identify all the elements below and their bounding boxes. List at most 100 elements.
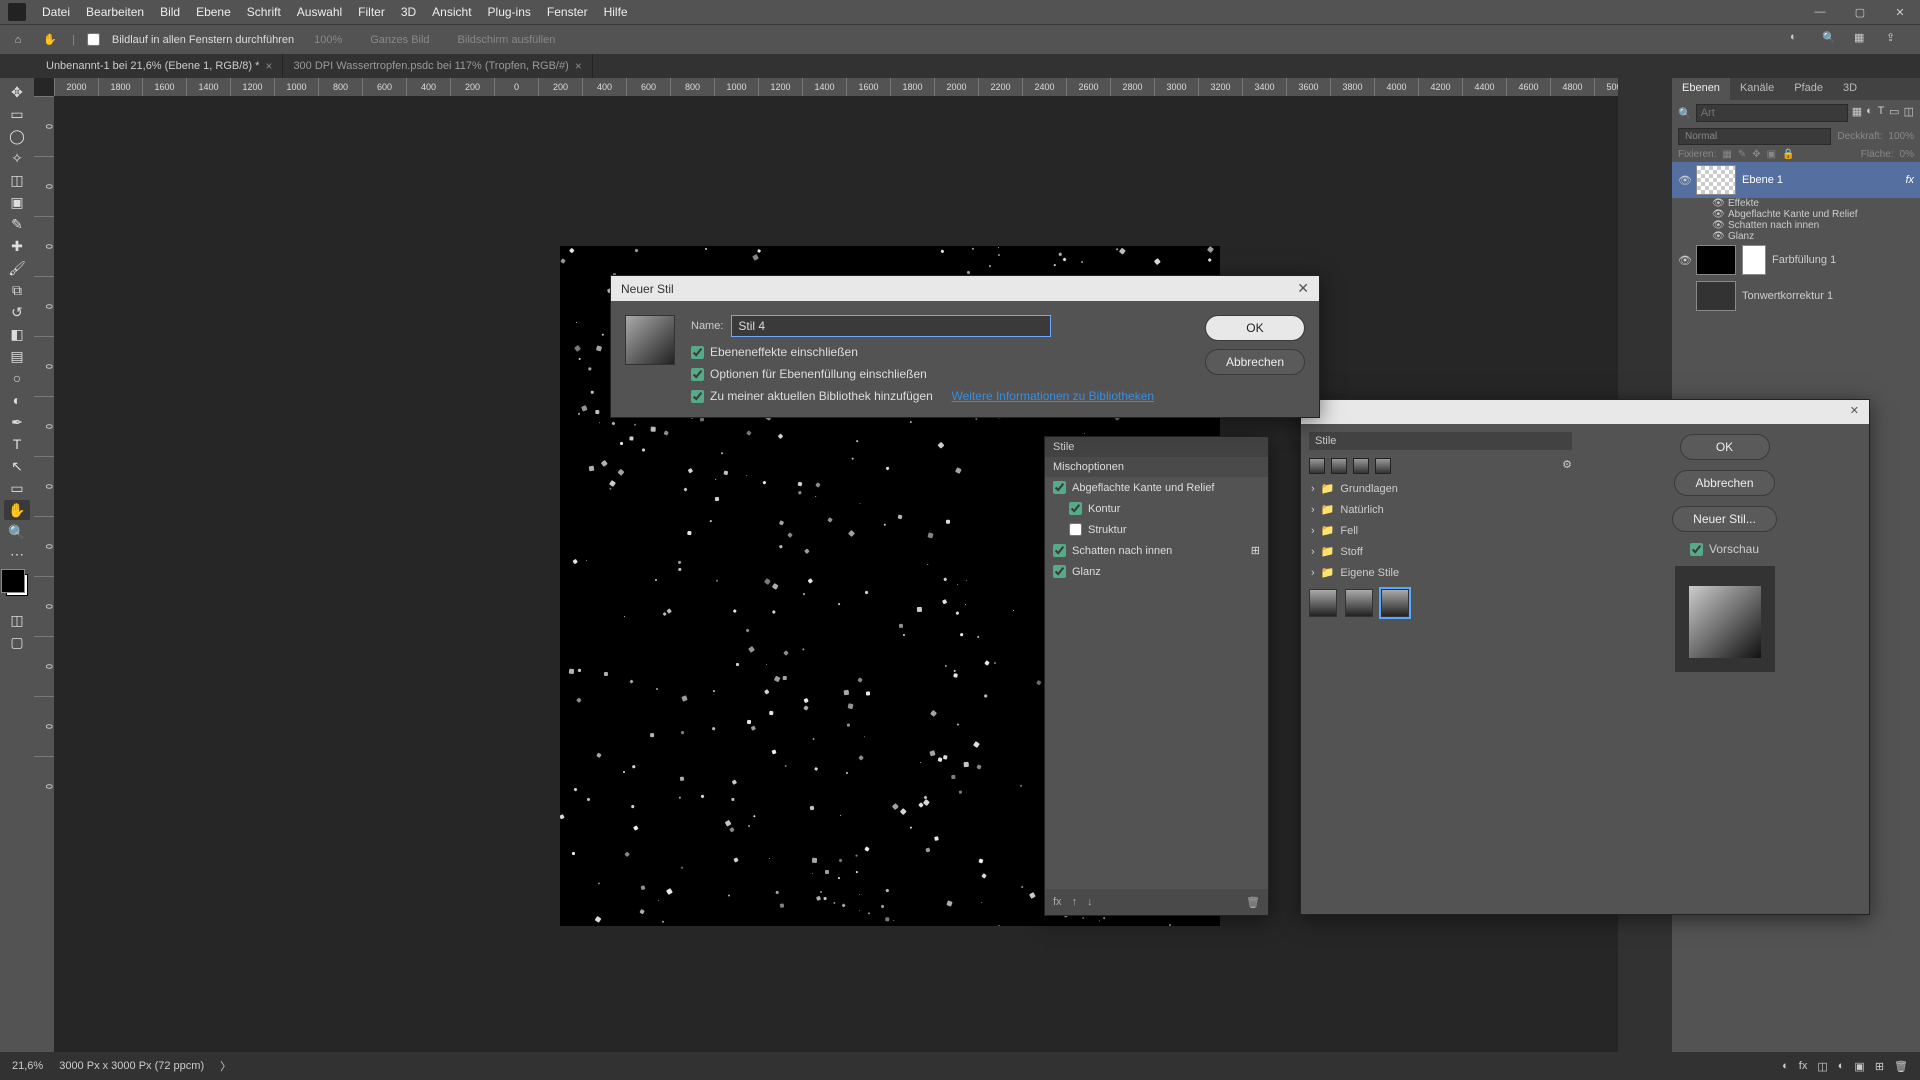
layer-search-input[interactable] [1696, 104, 1848, 122]
menu-auswahl[interactable]: Auswahl [289, 5, 350, 19]
share-icon[interactable]: ⇪ [1886, 31, 1904, 49]
gradient-tool[interactable]: ▤ [4, 346, 30, 366]
close-icon[interactable]: × [265, 59, 272, 73]
ok-button[interactable]: OK [1680, 434, 1770, 460]
eyedropper-tool[interactable]: ✎ [4, 214, 30, 234]
menu-bild[interactable]: Bild [152, 5, 188, 19]
include-effects-checkbox[interactable] [691, 346, 704, 359]
filter-adjust-icon[interactable]: ◐ [1866, 105, 1874, 121]
status-icon[interactable]: fx [1799, 1060, 1808, 1073]
frame-tool[interactable]: ▣ [4, 192, 30, 212]
fx-badge[interactable]: fx [1905, 174, 1914, 186]
down-icon[interactable]: ↓ [1087, 896, 1093, 908]
hand-tool[interactable]: ✋ [4, 500, 30, 520]
quickmask-tool[interactable]: ◫ [4, 610, 30, 630]
tab-kanaele[interactable]: Kanäle [1730, 78, 1784, 100]
style-preset[interactable] [1309, 589, 1337, 617]
style-texture[interactable]: Struktur [1045, 519, 1268, 540]
blur-tool[interactable]: ○ [4, 368, 30, 388]
add-library-checkbox[interactable] [691, 390, 704, 403]
layer-row[interactable]: Tonwertkorrektur 1 [1672, 278, 1920, 314]
style-thumb[interactable] [1375, 458, 1391, 474]
gear-icon[interactable]: ⚙ [1562, 458, 1572, 474]
close-icon[interactable]: × [575, 59, 582, 73]
layer-name[interactable]: Ebene 1 [1742, 174, 1783, 186]
style-preset-selected[interactable] [1381, 589, 1409, 617]
fill-value[interactable]: 0% [1900, 149, 1914, 160]
lock-pixels-icon[interactable]: ▦ [1722, 149, 1731, 160]
layer-name[interactable]: Farbfüllung 1 [1772, 254, 1836, 266]
filter-smart-icon[interactable]: ◫ [1904, 105, 1914, 121]
status-icon[interactable]: ⊞ [1875, 1060, 1884, 1073]
type-tool[interactable]: T [4, 434, 30, 454]
fx-heading[interactable]: 👁Effekte [1672, 198, 1920, 209]
layer-name[interactable]: Tonwertkorrektur 1 [1742, 290, 1833, 302]
visibility-icon[interactable]: 👁 [1678, 174, 1690, 187]
fx-item[interactable]: 👁Glanz [1672, 231, 1920, 242]
style-checkbox[interactable] [1053, 544, 1066, 557]
hand-tool-icon[interactable]: ✋ [40, 30, 60, 50]
include-fill-checkbox[interactable] [691, 368, 704, 381]
tab-pfade[interactable]: Pfade [1784, 78, 1833, 100]
status-arrow[interactable]: 〉 [220, 1058, 231, 1074]
screenmode-tool[interactable]: ▢ [4, 632, 30, 652]
dodge-tool[interactable]: ◐ [4, 390, 30, 410]
folder-eigene[interactable]: ›📁Eigene Stile [1309, 562, 1572, 583]
style-checkbox[interactable] [1053, 565, 1066, 578]
style-checkbox[interactable] [1069, 502, 1082, 515]
mask-thumb[interactable] [1742, 245, 1766, 275]
zoom-tool[interactable]: 🔍 [4, 522, 30, 542]
lasso-tool[interactable]: ◯ [4, 126, 30, 146]
style-checkbox[interactable] [1069, 523, 1082, 536]
tab-3d[interactable]: 3D [1833, 78, 1867, 100]
heal-tool[interactable]: ✚ [4, 236, 30, 256]
close-icon[interactable]: ✕ [1840, 400, 1869, 424]
workspace-icon[interactable]: ▦ [1854, 31, 1872, 49]
style-preset[interactable] [1345, 589, 1373, 617]
include-fill-row[interactable]: Optionen für Ebenenfüllung einschließen [691, 367, 1189, 381]
crop-tool[interactable]: ◫ [4, 170, 30, 190]
lock-icon[interactable]: 🔒 [1782, 149, 1794, 160]
menu-datei[interactable]: Datei [34, 5, 78, 19]
blend-mode-select[interactable]: Normal [1678, 128, 1831, 145]
pen-tool[interactable]: ✒ [4, 412, 30, 432]
cloud-sync-icon[interactable]: ◐ [1790, 31, 1808, 49]
blend-options[interactable]: Mischoptionen [1045, 457, 1268, 477]
zoom-100-button[interactable]: 100% [306, 32, 350, 48]
lock-position-icon[interactable]: ✎ [1738, 149, 1746, 160]
layer-thumb[interactable] [1696, 281, 1736, 311]
edit-toolbar[interactable]: ⋯ [4, 544, 30, 564]
style-inner-shadow[interactable]: Schatten nach innen⊞ [1045, 540, 1268, 561]
style-bevel[interactable]: Abgeflachte Kante und Relief [1045, 477, 1268, 498]
color-swatch[interactable] [6, 574, 28, 596]
style-thumb[interactable] [1331, 458, 1347, 474]
add-library-row[interactable]: Zu meiner aktuellen Bibliothek hinzufüge… [691, 389, 1189, 403]
style-thumb[interactable] [1309, 458, 1325, 474]
fill-screen-button[interactable]: Bildschirm ausfüllen [450, 32, 564, 48]
menu-ebene[interactable]: Ebene [188, 5, 239, 19]
style-satin[interactable]: Glanz [1045, 561, 1268, 582]
filter-pixel-icon[interactable]: ▦ [1852, 105, 1862, 121]
folder-grundlagen[interactable]: ›📁Grundlagen [1309, 478, 1572, 499]
layer-thumb[interactable] [1696, 165, 1736, 195]
menu-bearbeiten[interactable]: Bearbeiten [78, 5, 152, 19]
up-icon[interactable]: ↑ [1072, 896, 1078, 908]
status-icon[interactable]: ◐ [1782, 1060, 1789, 1073]
trash-icon[interactable]: 🗑 [1246, 896, 1260, 909]
fx-item[interactable]: 👁Abgeflachte Kante und Relief [1672, 209, 1920, 220]
menu-plugins[interactable]: Plug-ins [480, 5, 539, 19]
fx-icon[interactable]: fx [1053, 896, 1062, 908]
style-contour[interactable]: Kontur [1045, 498, 1268, 519]
include-effects-row[interactable]: Ebeneneffekte einschließen [691, 345, 1189, 359]
menu-schrift[interactable]: Schrift [239, 5, 289, 19]
layer-row[interactable]: 👁 Farbfüllung 1 [1672, 242, 1920, 278]
fit-whole-button[interactable]: Ganzes Bild [362, 32, 437, 48]
fx-item[interactable]: 👁Schatten nach innen [1672, 220, 1920, 231]
status-icon[interactable]: ◫ [1817, 1060, 1827, 1073]
marquee-tool[interactable]: ▭ [4, 104, 30, 124]
menu-fenster[interactable]: Fenster [539, 5, 596, 19]
folder-natuerlich[interactable]: ›📁Natürlich [1309, 499, 1572, 520]
style-name-input[interactable] [731, 315, 1051, 337]
add-icon[interactable]: ⊞ [1251, 544, 1260, 557]
menu-3d[interactable]: 3D [393, 5, 424, 19]
